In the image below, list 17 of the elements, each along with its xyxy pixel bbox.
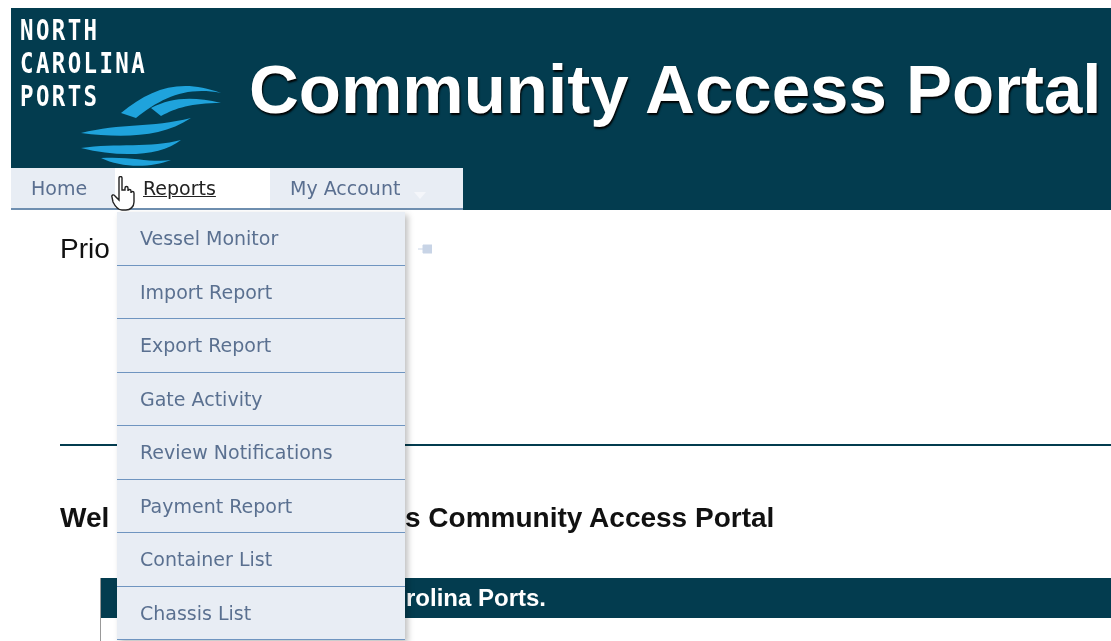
- nav-tab[interactable]: Home: [11, 168, 115, 208]
- nav-tab[interactable]: Reports: [115, 168, 270, 208]
- welcome-heading: Wel: [60, 502, 111, 534]
- port-logo: NORTH CAROLINA PORTS: [11, 8, 230, 164]
- welcome-heading: s Community Access Portal: [405, 502, 775, 534]
- page-heading: Prio: [60, 233, 111, 265]
- menu-item[interactable]: Vessel Monitor: [117, 212, 405, 266]
- menu-item[interactable]: Chassis List: [117, 586, 405, 640]
- menu-item[interactable]: Review Notifications: [117, 426, 405, 480]
- nav-tab[interactable]: My Account: [270, 168, 463, 208]
- portal-title: Community Access Portal: [249, 50, 1102, 129]
- menu-item[interactable]: Container List: [117, 533, 405, 587]
- menu-item[interactable]: Gate Activity: [117, 372, 405, 426]
- pin-icon[interactable]: [418, 244, 432, 254]
- menu-item[interactable]: Import Report: [117, 265, 405, 319]
- menu-item[interactable]: Export Report: [117, 319, 405, 373]
- menu-item[interactable]: Payment Report: [117, 479, 405, 533]
